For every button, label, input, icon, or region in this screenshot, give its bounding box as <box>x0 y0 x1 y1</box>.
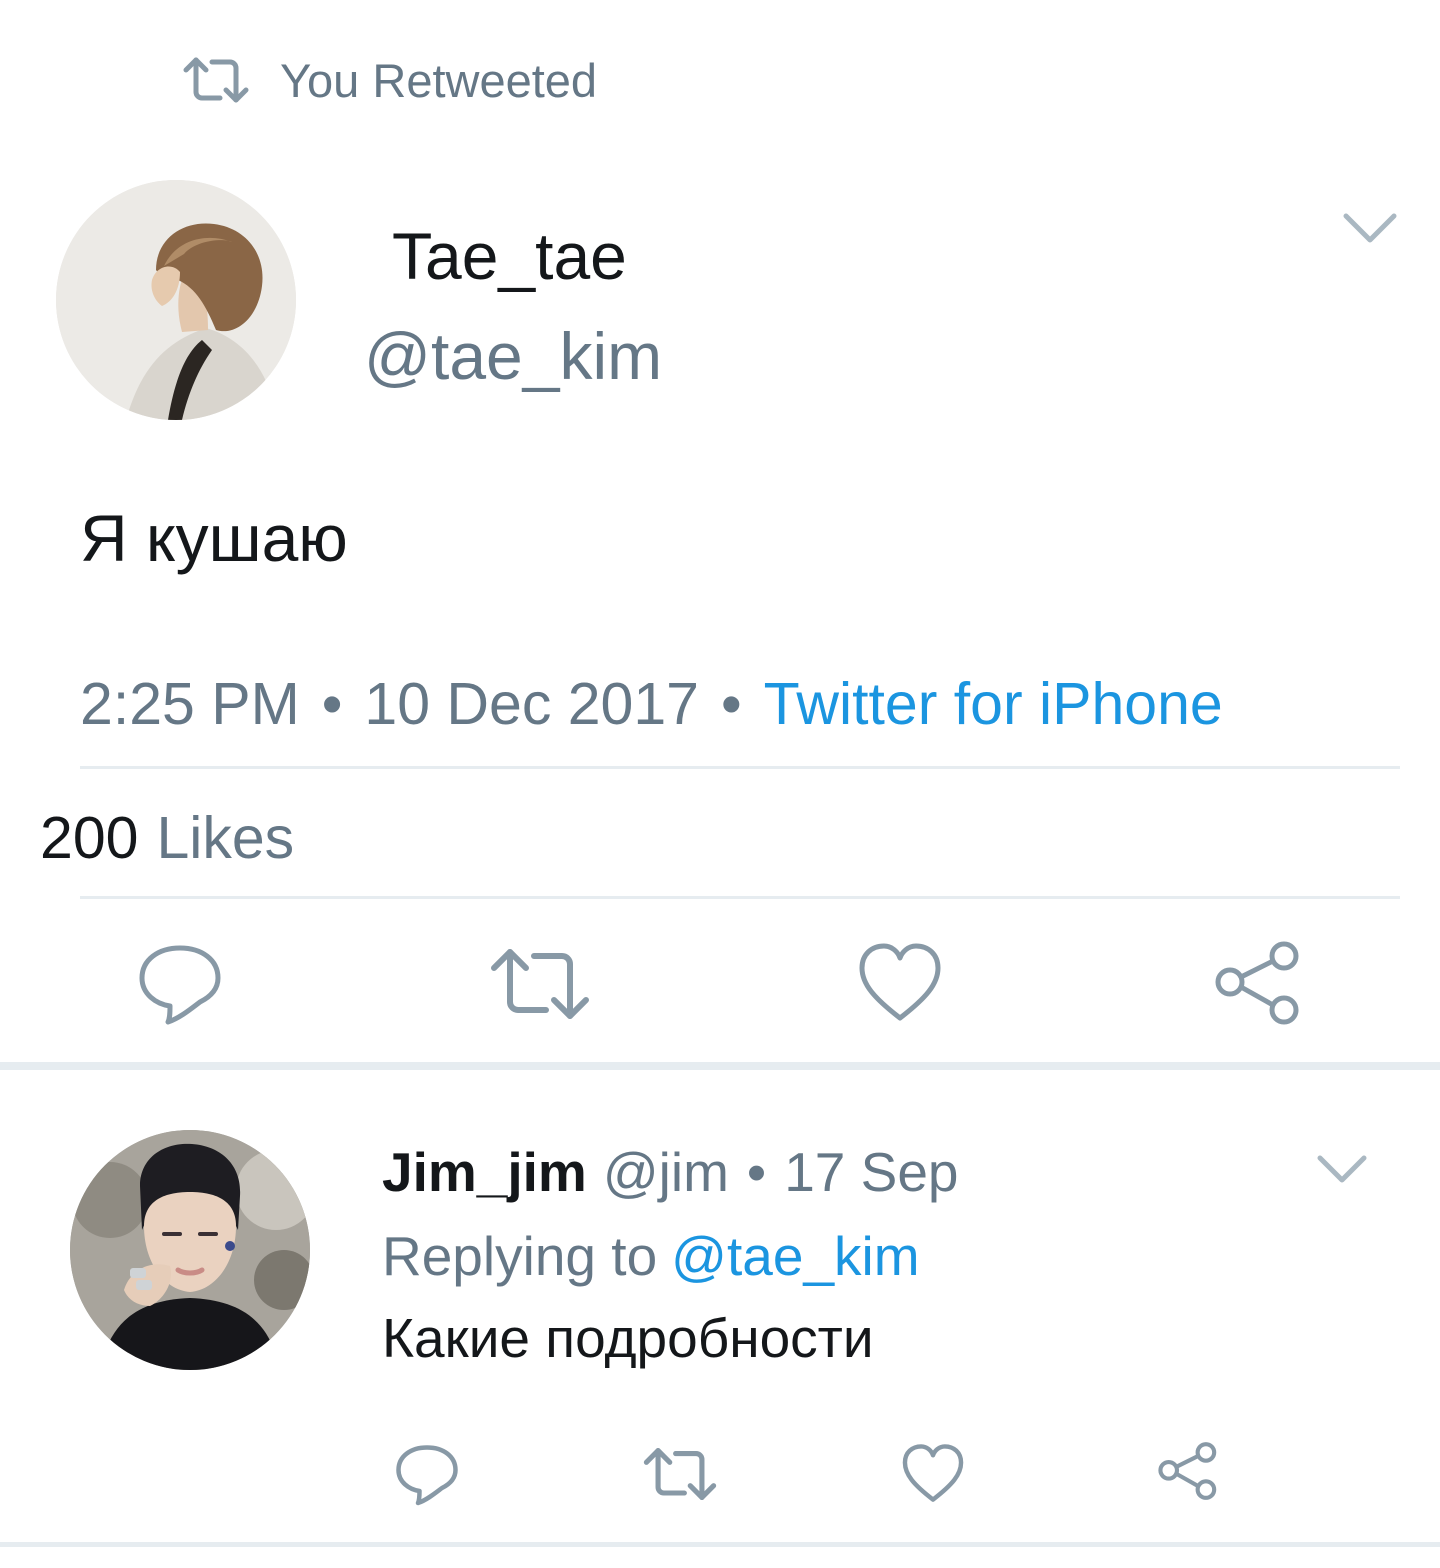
reply-text: Какие подробности <box>382 1307 874 1369</box>
tweet-date: 10 Dec 2017 <box>364 671 699 737</box>
avatar[interactable] <box>70 1130 310 1370</box>
profile-photo-icon <box>70 1130 310 1370</box>
avatar[interactable] <box>56 180 296 420</box>
likes-count: 200 <box>40 805 139 871</box>
divider <box>80 766 1400 769</box>
retweet-context-label: You Retweeted <box>280 53 598 107</box>
reply-display-name[interactable]: Jim_jim <box>382 1141 587 1203</box>
reply-user-handle[interactable]: @jim <box>603 1141 729 1203</box>
replying-to: Replying to @tae_kim <box>382 1224 920 1288</box>
likes-label: Likes <box>156 805 295 871</box>
chevron-down-icon[interactable] <box>1340 208 1400 248</box>
section-divider <box>0 1062 1440 1070</box>
reply-icon[interactable] <box>394 1440 460 1506</box>
tweet-text: Я кушаю <box>80 501 348 575</box>
meta-separator: • <box>720 671 742 737</box>
retweet-icon[interactable] <box>642 1444 718 1504</box>
meta-separator: • <box>746 1141 767 1203</box>
share-icon[interactable] <box>1156 1440 1220 1502</box>
reply-date[interactable]: 17 Sep <box>784 1141 958 1203</box>
tweet-detail-screen: You Retweeted Tae_tae @tae_kim Я кушаю 2… <box>0 0 1440 1568</box>
likes-summary[interactable]: 200 Likes <box>40 804 294 872</box>
like-icon[interactable] <box>856 940 944 1024</box>
user-handle[interactable]: @tae_kim <box>364 318 662 394</box>
tweet-time: 2:25 PM <box>80 671 300 737</box>
profile-photo-icon <box>56 180 296 420</box>
display-name[interactable]: Tae_tae <box>392 218 627 294</box>
chevron-down-icon[interactable] <box>1312 1148 1372 1188</box>
retweet-icon[interactable] <box>488 944 592 1024</box>
retweet-icon <box>183 57 249 103</box>
retweet-context: You Retweeted <box>182 48 597 112</box>
tweet-meta: 2:25 PM • 10 Dec 2017 • Twitter for iPhone <box>80 670 1223 738</box>
divider <box>80 896 1400 899</box>
share-icon[interactable] <box>1212 938 1304 1028</box>
reply-icon[interactable] <box>136 938 224 1026</box>
tweet-source-link[interactable]: Twitter for iPhone <box>764 671 1223 737</box>
like-icon[interactable] <box>900 1442 966 1504</box>
replying-to-mention-link[interactable]: @tae_kim <box>671 1225 919 1287</box>
section-divider <box>0 1542 1440 1547</box>
meta-separator: • <box>321 671 343 737</box>
replying-to-label: Replying to <box>382 1225 658 1287</box>
reply-header: Jim_jim @jim • 17 Sep <box>382 1140 959 1204</box>
